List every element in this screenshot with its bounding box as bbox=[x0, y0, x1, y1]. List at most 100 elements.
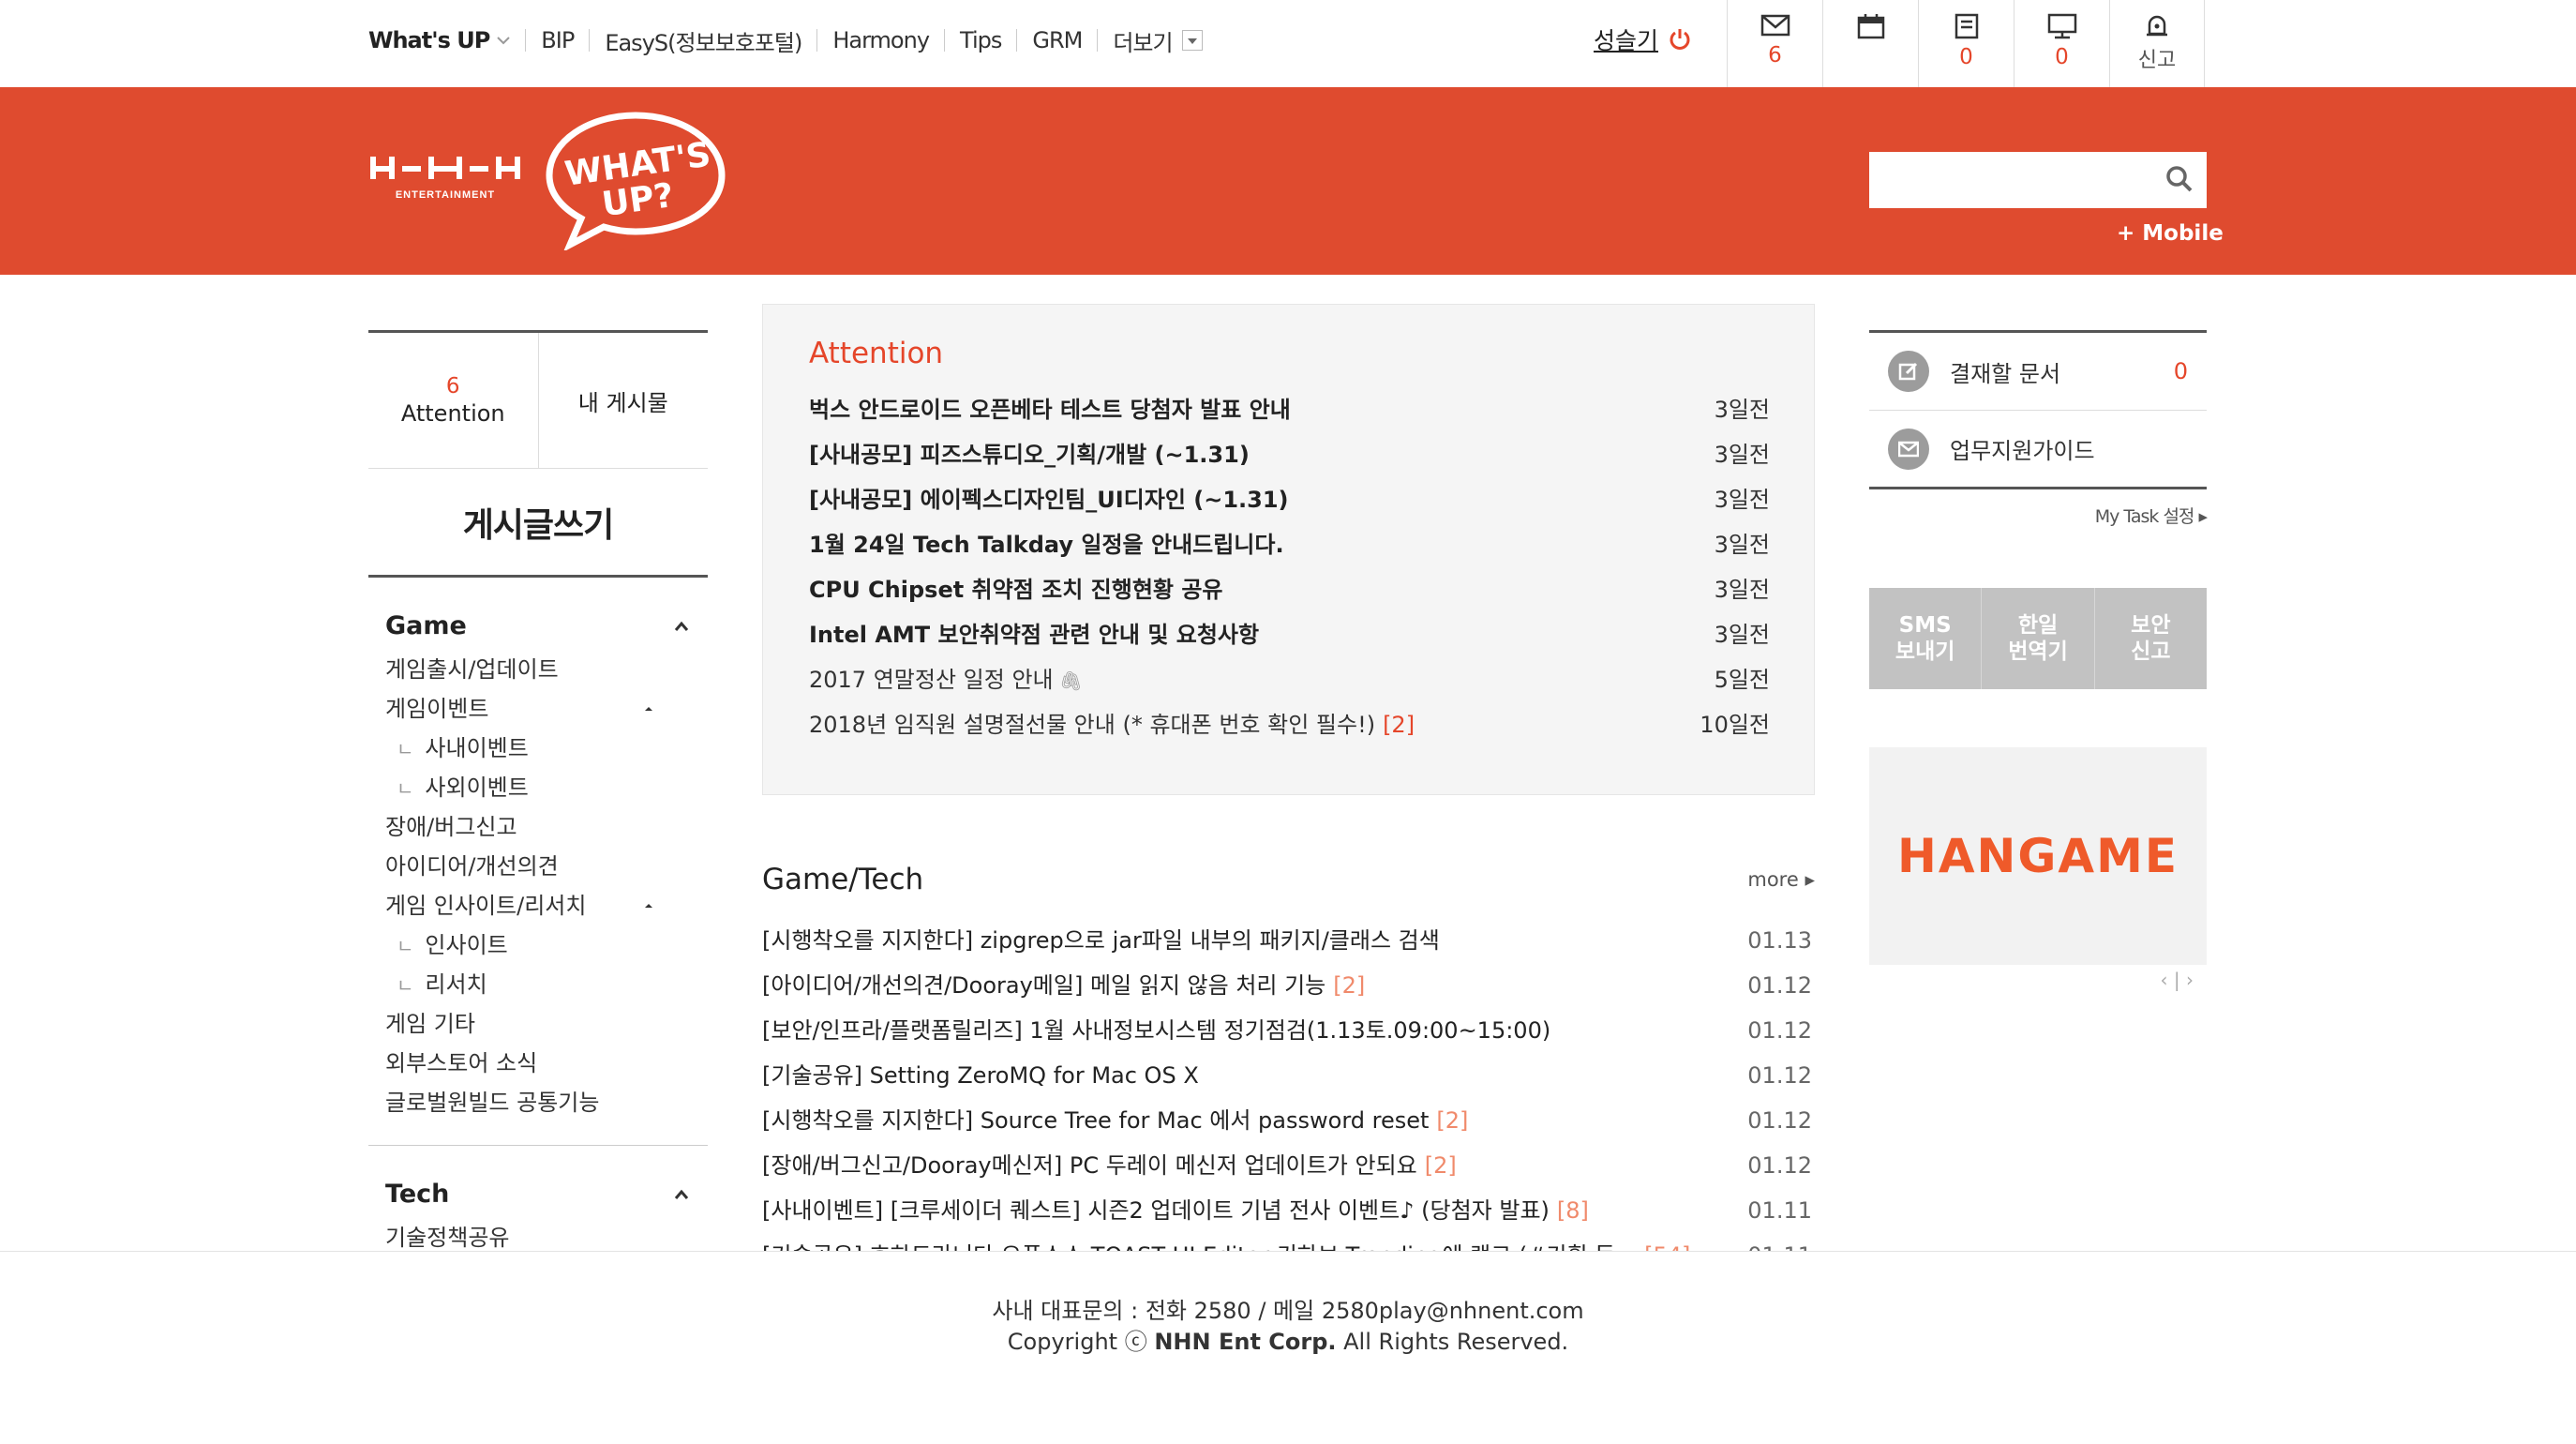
nav-whatsup[interactable]: What's UP bbox=[368, 27, 511, 53]
post-date: 10일전 bbox=[1700, 712, 1770, 738]
nav-whatsup-label: What's UP bbox=[368, 27, 490, 53]
collapse-arrow-icon[interactable] bbox=[642, 704, 655, 714]
user-name: 성슬기 bbox=[1594, 27, 1659, 54]
tab-attention[interactable]: 6 Attention bbox=[368, 333, 538, 468]
logout-link[interactable]: 성슬기 bbox=[1594, 23, 1692, 56]
mail-button[interactable]: 6 bbox=[1727, 0, 1822, 87]
more-link[interactable]: more ▸ bbox=[1747, 868, 1815, 891]
security-report-button[interactable]: 보안 신고 bbox=[2093, 588, 2207, 689]
footer-copyright: Copyright ⓒ NHN Ent Corp. All Rights Res… bbox=[0, 1323, 2576, 1356]
menu-head-game[interactable]: Game bbox=[385, 611, 689, 640]
post-title: 벅스 안드로이드 오픈베타 테스트 당첨자 발표 안내 bbox=[809, 397, 1291, 423]
nav-harmony[interactable]: Harmony bbox=[832, 27, 930, 53]
menu-head-tech[interactable]: Tech bbox=[385, 1180, 689, 1209]
translator-button[interactable]: 한일 번역기 bbox=[1981, 588, 2093, 689]
nav-tips[interactable]: Tips bbox=[960, 27, 1002, 53]
post-row[interactable]: [보안/인프라/플랫폼릴리즈] 1월 사내정보시스템 정기점검(1.13토.09… bbox=[762, 1008, 1815, 1053]
sidebar-item[interactable]: 외부스토어 소식 bbox=[385, 1044, 689, 1083]
post-title: 1월 24일 Tech Talkday 일정을 안내드립니다. bbox=[809, 532, 1284, 558]
my-task-settings-link[interactable]: My Task 설정 ▸ bbox=[1869, 503, 2208, 528]
sidebar-item-label: 외부스토어 소식 bbox=[385, 1050, 538, 1076]
tab-my-posts-label: 내 게시물 bbox=[577, 389, 668, 416]
sidebar-item[interactable]: 게임이벤트 bbox=[385, 689, 689, 729]
sidebar-subitem[interactable]: ㄴ 사외이벤트 bbox=[385, 768, 689, 807]
attention-row[interactable]: Intel AMT 보안취약점 관련 안내 및 요청사항 3일전 bbox=[809, 612, 1770, 657]
sidebar-item-label: 인사이트 bbox=[425, 931, 508, 958]
nav-easys[interactable]: EasyS(정보보호포털) bbox=[605, 24, 802, 57]
post-date: 3일전 bbox=[1714, 622, 1770, 648]
monitor-button[interactable]: 0 bbox=[2014, 0, 2109, 87]
mobile-link[interactable]: + Mobile bbox=[2117, 221, 2224, 246]
gametech-list: [시행착오를 지지한다] zipgrep으로 jar파일 내부의 패키지/클래스… bbox=[762, 918, 1815, 1251]
attention-row[interactable]: 1월 24일 Tech Talkday 일정을 안내드립니다. 3일전 bbox=[809, 522, 1770, 567]
sidebar-subitem[interactable]: ㄴ 사내이벤트 bbox=[385, 729, 689, 768]
sidebar-item[interactable]: 게임출시/업데이트 bbox=[385, 650, 689, 689]
post-row[interactable]: [장애/버그신고/Dooray메신저] PC 두레이 메신저 업데이트가 안되요… bbox=[762, 1143, 1815, 1188]
attention-row[interactable]: 2018년 임직원 설명절선물 안내 (* 휴대폰 번호 확인 필수!) [2] 1… bbox=[809, 702, 1770, 747]
sidebar-item-label: 사내이벤트 bbox=[425, 734, 529, 761]
quick-line2: 번역기 bbox=[2008, 639, 2068, 664]
tab-my-posts[interactable]: 내 게시물 bbox=[537, 333, 709, 468]
whatsup-logo[interactable]: WHAT'S UP? bbox=[542, 110, 729, 254]
attention-row[interactable]: [사내공모] 에이펙스디자인팀_UI디자인 (~1.31) 3일전 bbox=[809, 477, 1770, 522]
nav-bip[interactable]: BIP bbox=[541, 27, 575, 53]
sidebar-item[interactable]: 장애/버그신고 bbox=[385, 807, 689, 847]
attention-row[interactable]: CPU Chipset 취약점 조치 진행현황 공유 3일전 bbox=[809, 567, 1770, 612]
mail-count: 6 bbox=[1768, 43, 1782, 68]
sidebar-tabs: 6 Attention 내 게시물 bbox=[368, 330, 708, 469]
nav-grm[interactable]: GRM bbox=[1032, 27, 1083, 53]
post-row[interactable]: [기술공유] Setting ZeroMQ for Mac OS X 01.12 bbox=[762, 1053, 1815, 1098]
task-guide[interactable]: 업무지원가이드 bbox=[1869, 410, 2207, 487]
sidebar-item[interactable]: 게임 기타 bbox=[385, 1004, 689, 1044]
post-title: CPU Chipset 취약점 조치 진행현황 공유 bbox=[809, 577, 1223, 603]
sidebar-item-label: 게임이벤트 bbox=[385, 696, 489, 722]
post-date: 3일전 bbox=[1714, 532, 1770, 558]
post-row[interactable]: [아이디어/개선의견/Dooray메일] 메일 읽지 않음 처리 기능 [2] 01… bbox=[762, 963, 1815, 1008]
post-row[interactable]: [시행착오를 지지한다] zipgrep으로 jar파일 내부의 패키지/클래스… bbox=[762, 918, 1815, 963]
sidebar-item-label: 리서치 bbox=[425, 970, 487, 998]
nhn-logo[interactable]: ENTERTAINMENT bbox=[368, 153, 524, 213]
collapse-arrow-icon[interactable] bbox=[642, 901, 655, 910]
sidebar-item-label: 사외이벤트 bbox=[425, 774, 529, 801]
post-row[interactable]: [시행착오를 지지한다] Source Tree for Mac 에서 pass… bbox=[762, 1098, 1815, 1143]
sidebar-item[interactable]: 기술정책공유 bbox=[385, 1218, 689, 1251]
footer-contact: 사내 대표문의 : 전화 2580 / 메일 2580play@nhnent.c… bbox=[992, 1298, 1584, 1324]
post-title: [기술공유] 호하드라니다 오픈소스 TOAST UI Editor 키하브 T… bbox=[762, 1242, 1637, 1251]
monitor-count: 0 bbox=[2055, 45, 2069, 69]
document-button[interactable]: 0 bbox=[1918, 0, 2014, 87]
sidebar-subitem[interactable]: ㄴ 인사이트 bbox=[385, 925, 689, 965]
calendar-button[interactable] bbox=[1822, 0, 1918, 87]
hangame-banner[interactable]: HANGAME bbox=[1869, 747, 2207, 965]
dropdown-arrow-icon bbox=[1181, 30, 1203, 51]
sidebar-item[interactable]: 아이디어/개선의견 bbox=[385, 847, 689, 886]
search-input[interactable] bbox=[1869, 152, 2141, 206]
write-post-button[interactable]: 게시글쓰기 bbox=[368, 469, 708, 578]
report-button[interactable]: 신고 bbox=[2109, 0, 2205, 87]
sidebar-item[interactable]: 게임 인사이트/리서치 bbox=[385, 886, 689, 925]
quick-line1: SMS bbox=[1898, 613, 1952, 638]
my-task-panel: 결재할 문서 0 업무지원가이드 bbox=[1869, 330, 2207, 489]
sidebar-item-label: 기술정책공유 bbox=[385, 1225, 510, 1251]
chevron-down-icon bbox=[497, 37, 511, 45]
menu-group-tech: Tech 기술정책공유 bbox=[368, 1180, 708, 1251]
sidebar-subitem[interactable]: ㄴ 리서치 bbox=[385, 965, 689, 1004]
nav-more[interactable]: 더보기 bbox=[1113, 24, 1203, 57]
sms-button[interactable]: SMS 보내기 bbox=[1869, 588, 1981, 689]
post-row[interactable]: [기술공유] 호하드라니다 오픈소스 TOAST UI Editor 키하브 T… bbox=[762, 1233, 1815, 1251]
attention-row[interactable]: 2017 연말정산 일정 안내 🖇 5일전 bbox=[809, 657, 1770, 702]
gametech-title: Game/Tech bbox=[762, 863, 924, 896]
banner-pager[interactable]: ‹ | › bbox=[1869, 969, 2207, 991]
attention-row[interactable]: 벅스 안드로이드 오픈베타 테스트 당첨자 발표 안내 3일전 bbox=[809, 387, 1770, 432]
nhn-logo-mark: ENTERTAINMENT bbox=[370, 157, 520, 201]
sidebar-item[interactable]: 글로벌원빌드 공통기능 bbox=[385, 1083, 689, 1122]
menu-head-label: Game bbox=[385, 611, 467, 640]
attention-row[interactable]: [사내공모] 피즈스튜디오_기획/개발 (~1.31) 3일전 bbox=[809, 432, 1770, 477]
task-approval[interactable]: 결재할 문서 0 bbox=[1869, 333, 2207, 410]
post-title: [아이디어/개선의견/Dooray메일] 메일 읽지 않음 처리 기능 bbox=[762, 972, 1326, 999]
attention-title: Attention bbox=[809, 337, 944, 370]
post-row[interactable]: [사내이벤트] [크루세이더 퀘스트] 시즌2 업데이트 기념 전사 이벤트♪ … bbox=[762, 1188, 1815, 1233]
document-icon bbox=[1954, 13, 1978, 39]
sidebar-item-label: 게임출시/업데이트 bbox=[385, 656, 559, 683]
more-label: more bbox=[1747, 868, 1799, 891]
search-icon[interactable] bbox=[2165, 165, 2194, 193]
